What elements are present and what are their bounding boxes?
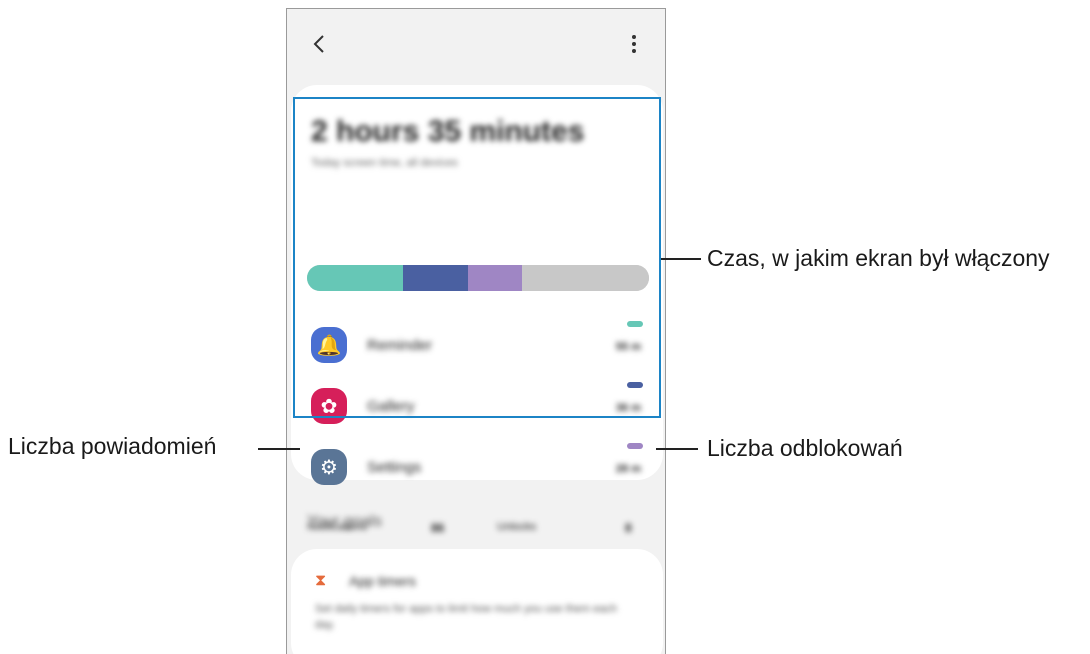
goals-section-title: Your goals	[307, 513, 383, 530]
app-usage-time: 28 m	[615, 463, 641, 475]
screen-time-highlight-box	[293, 97, 661, 418]
app-usage-row[interactable]: ⚙ Settings 28 m	[307, 443, 649, 489]
app-timers-description: Set daily timers for apps to limit how m…	[315, 603, 618, 631]
callout-line-screen-time	[661, 258, 701, 260]
back-icon[interactable]	[311, 33, 329, 55]
notifications-count: 86	[431, 521, 445, 535]
callout-notifications: Liczba powiadomień	[8, 433, 217, 459]
more-options-icon[interactable]	[629, 33, 639, 55]
callout-line-unlocks	[656, 448, 698, 450]
app-name: Settings	[367, 459, 422, 476]
gear-icon: ⚙	[311, 449, 347, 485]
callout-line-notifications	[258, 448, 300, 450]
unlocks-label: Unlocks	[497, 521, 537, 533]
app-timers-title: App timers	[349, 573, 416, 589]
top-bar	[287, 9, 665, 79]
unlocks-count: 8	[625, 521, 632, 535]
callout-screen-time: Czas, w jakim ekran był włączony	[707, 245, 1050, 271]
hourglass-icon: ⧗	[315, 572, 327, 589]
app-color-marker	[627, 443, 643, 449]
callout-unlocks: Liczba odblokowań	[707, 435, 903, 461]
